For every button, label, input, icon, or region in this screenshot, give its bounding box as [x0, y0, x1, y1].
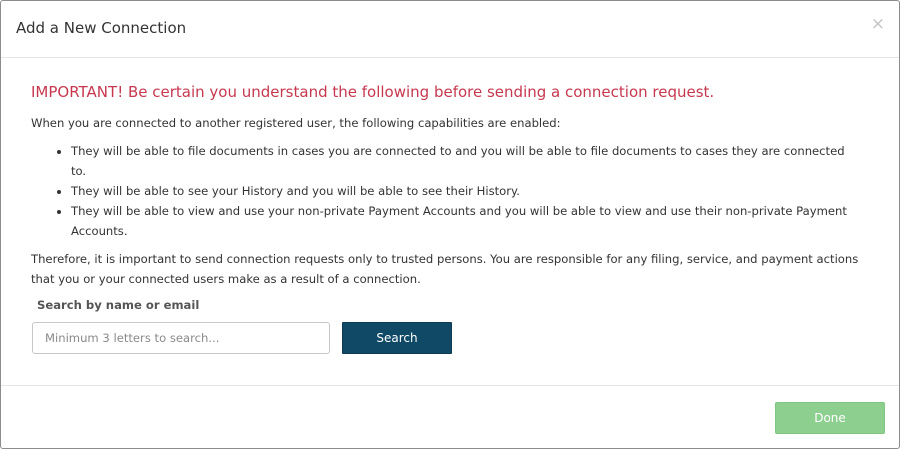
add-connection-dialog: Add a New Connection × IMPORTANT! Be cer…	[0, 0, 900, 449]
list-item: They will be able to file documents in c…	[71, 141, 869, 181]
done-button[interactable]: Done	[775, 402, 885, 434]
responsibility-text: Therefore, it is important to send conne…	[31, 252, 859, 286]
search-label: Search by name or email	[37, 298, 200, 312]
search-input[interactable]	[32, 322, 330, 354]
intro-text: When you are connected to another regist…	[31, 116, 561, 130]
dialog-footer: Done	[1, 385, 899, 448]
close-icon[interactable]: ×	[871, 14, 885, 34]
capabilities-list: They will be able to file documents in c…	[31, 141, 869, 241]
dialog-header: Add a New Connection ×	[1, 1, 899, 58]
list-item: They will be able to view and use your n…	[71, 201, 869, 241]
dialog-body: IMPORTANT! Be certain you understand the…	[31, 81, 869, 289]
search-button[interactable]: Search	[342, 322, 452, 354]
dialog-title: Add a New Connection	[16, 19, 187, 37]
important-warning: IMPORTANT! Be certain you understand the…	[31, 83, 715, 101]
list-item: They will be able to see your History an…	[71, 181, 869, 201]
